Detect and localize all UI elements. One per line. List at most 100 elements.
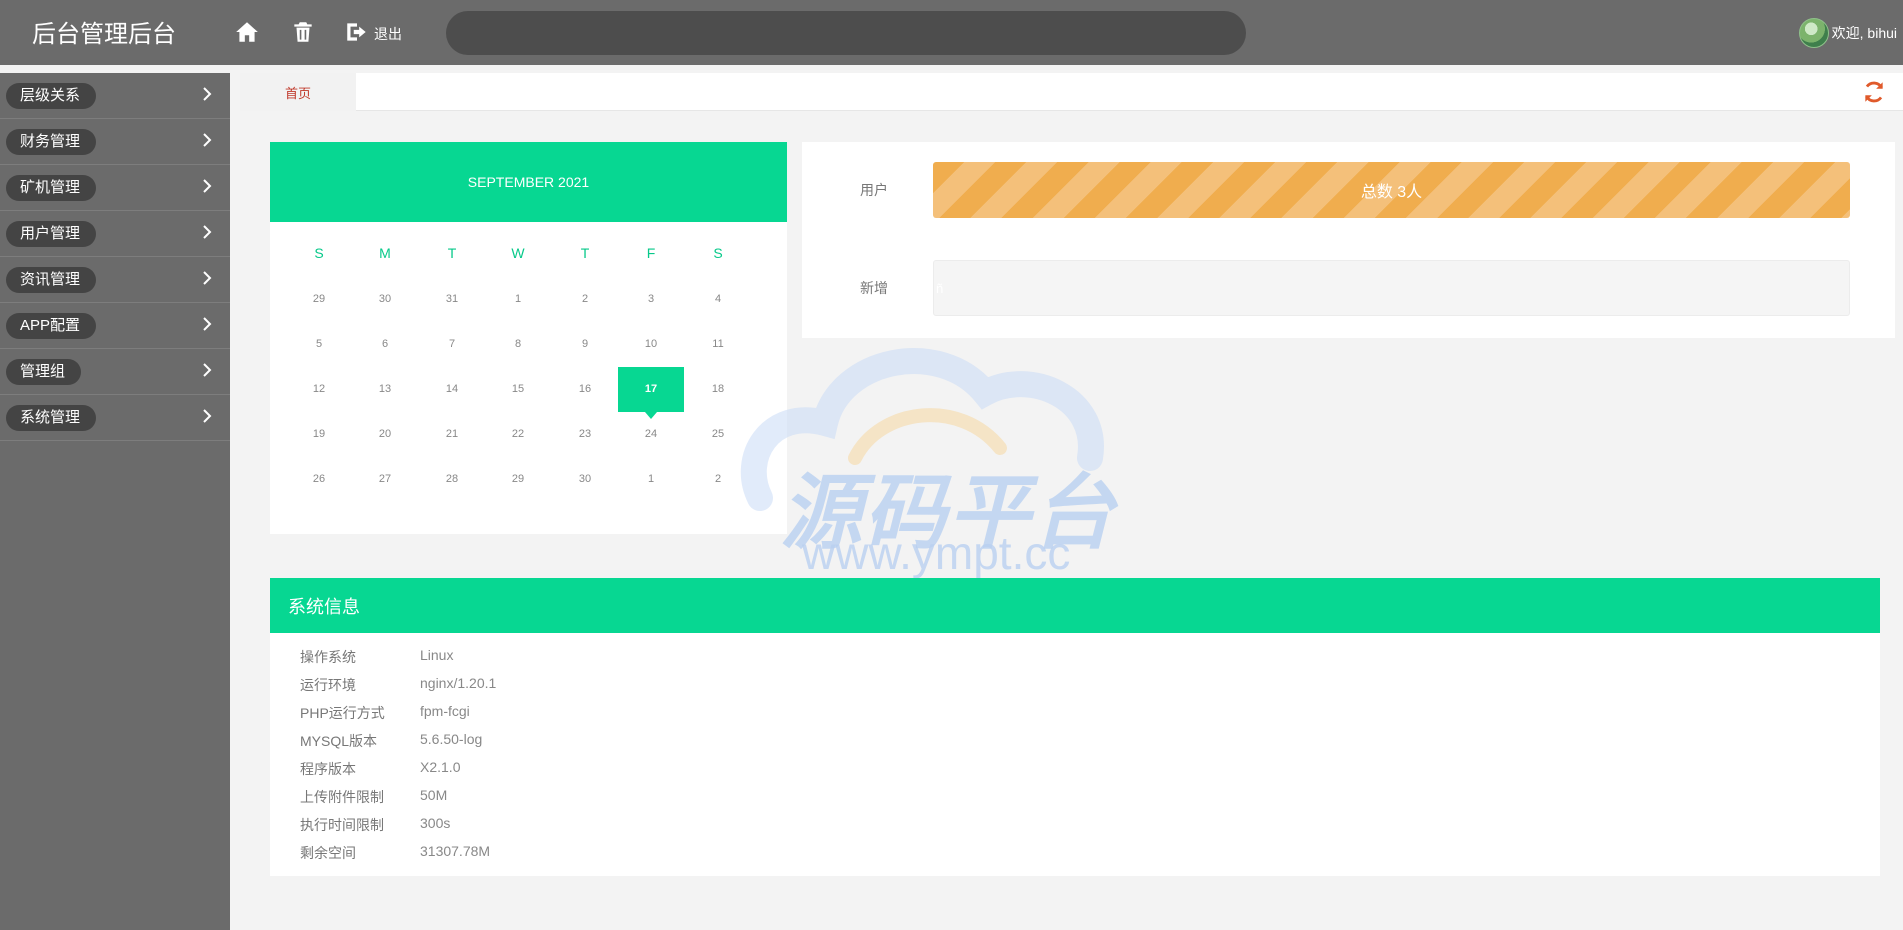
calendar-day[interactable]: 2 (685, 457, 751, 502)
system-info-row: 执行时间限制 300s (300, 815, 450, 835)
sidebar-item-system[interactable]: 系统管理 (0, 395, 230, 441)
refresh-icon (1865, 81, 1883, 103)
calendar-day[interactable]: 30 (552, 457, 618, 502)
calendar-day[interactable]: 9 (552, 322, 618, 367)
calendar-month-title: SEPTEMBER 2021 (270, 142, 787, 222)
system-info-value: 300s (420, 815, 451, 831)
calendar-day[interactable]: 25 (685, 412, 751, 457)
sidebar-item-hierarchy[interactable]: 层级关系 (0, 73, 230, 119)
sidebar-item-news[interactable]: 资讯管理 (0, 257, 230, 303)
calendar-weekday: W (511, 245, 525, 261)
cloud-watermark-icon (740, 348, 1104, 511)
sidebar-item-label: APP配置 (6, 312, 97, 339)
system-info-row: 程序版本 X2.1.0 (300, 759, 460, 779)
brand-title: 后台管理后台 (32, 21, 176, 48)
system-info-row: 上传附件限制 50M (300, 787, 447, 807)
system-info-value: fpm-fcgi (420, 703, 470, 719)
calendar-day[interactable]: 23 (552, 412, 618, 457)
calendar-day[interactable]: 26 (286, 457, 352, 502)
sidebar-item-label: 财务管理 (6, 128, 97, 155)
users-total-bar: 总数 3人 (933, 162, 1850, 218)
system-info-row: 操作系统 Linux (300, 647, 453, 667)
calendar-day[interactable]: 21 (419, 412, 485, 457)
calendar-day[interactable]: 1 (618, 457, 684, 502)
system-info-title: 系统信息 (270, 578, 1880, 633)
calendar-day[interactable]: 8 (485, 322, 551, 367)
chevron-right-icon (198, 85, 216, 103)
sidebar-item-label: 管理组 (6, 358, 82, 385)
clear-cache-button[interactable] (290, 16, 316, 48)
system-info-value: 31307.78M (420, 843, 491, 859)
calendar-day-selected[interactable]: 17 (618, 367, 684, 419)
sidebar-item-label: 用户管理 (6, 220, 97, 247)
calendar-day[interactable]: 10 (618, 322, 684, 367)
calendar-weekday: T (580, 245, 590, 261)
new-users-bar: ñ (933, 260, 1850, 316)
tab-strip: 首页 (240, 73, 1903, 111)
system-info-row: 运行环境 nginx/1.20.1 (300, 675, 496, 695)
user-menu[interactable]: 欢迎, bihui (1798, 18, 1897, 48)
users-total-text: 总数 3人 (1360, 184, 1423, 201)
system-info-value: Linux (420, 647, 454, 663)
system-info-key: 程序版本 (300, 761, 356, 777)
sidebar-item-finance[interactable]: 财务管理 (0, 119, 230, 165)
calendar-weekday: F (646, 245, 656, 261)
calendar-day[interactable]: 16 (552, 367, 618, 412)
avatar (1798, 18, 1829, 48)
calendar-day[interactable]: 2 (552, 277, 618, 322)
tab-home[interactable]: 首页 (240, 73, 356, 111)
chevron-right-icon (198, 361, 216, 379)
system-info-value: X2.1.0 (420, 759, 461, 775)
sidebar-item-app-config[interactable]: APP配置 (0, 303, 230, 349)
calendar-day[interactable]: 12 (286, 367, 352, 412)
calendar-day[interactable]: 3 (618, 277, 684, 322)
calendar-day[interactable]: 18 (685, 367, 751, 412)
calendar-day[interactable]: 13 (352, 367, 418, 412)
chevron-right-icon (198, 315, 216, 333)
system-info-key: 操作系统 (300, 649, 356, 665)
system-info-value: nginx/1.20.1 (420, 675, 497, 691)
new-users-text: ñ (936, 280, 944, 296)
calendar-day[interactable]: 6 (352, 322, 418, 367)
system-info-row: PHP运行方式 fpm-fcgi (300, 703, 470, 723)
calendar-day[interactable]: 29 (485, 457, 551, 502)
chevron-right-icon (198, 269, 216, 287)
home-button[interactable] (234, 16, 260, 48)
calendar-day[interactable]: 1 (485, 277, 551, 322)
logout-label: 退出 (374, 26, 402, 42)
new-users-label: 新增 (860, 280, 888, 296)
watermark: 源码平台 www.ympt.cc (730, 338, 1170, 579)
calendar-day[interactable]: 19 (286, 412, 352, 457)
chevron-right-icon (198, 131, 216, 149)
calendar-day[interactable]: 5 (286, 322, 352, 367)
refresh-button[interactable] (1861, 79, 1887, 105)
calendar-day[interactable]: 4 (685, 277, 751, 322)
chevron-right-icon (198, 177, 216, 195)
sidebar-item-label: 矿机管理 (6, 174, 97, 201)
calendar-day[interactable]: 14 (419, 367, 485, 412)
calendar-day[interactable]: 11 (685, 322, 751, 367)
watermark-url: www.ympt.cc (802, 527, 1071, 579)
system-info-key: 运行环境 (300, 677, 356, 693)
sidebar-item-miners[interactable]: 矿机管理 (0, 165, 230, 211)
chevron-right-icon (198, 223, 216, 241)
sidebar-item-admin-group[interactable]: 管理组 (0, 349, 230, 395)
calendar-day[interactable]: 7 (419, 322, 485, 367)
calendar-weekday: S (314, 245, 324, 261)
search-input[interactable] (446, 11, 1246, 55)
calendar-day[interactable]: 27 (352, 457, 418, 502)
top-header: 后台管理后台 退出 欢迎, bihui (0, 0, 1903, 65)
calendar-day[interactable]: 28 (419, 457, 485, 502)
sidebar-item-users[interactable]: 用户管理 (0, 211, 230, 257)
calendar-day[interactable]: 24 (618, 412, 684, 457)
logout-button[interactable]: 退出 (344, 16, 402, 48)
calendar-day[interactable]: 15 (485, 367, 551, 412)
calendar-day[interactable]: 20 (352, 412, 418, 457)
calendar-day[interactable]: 31 (419, 277, 485, 322)
calendar-day[interactable]: 22 (485, 412, 551, 457)
calendar-day[interactable]: 30 (352, 277, 418, 322)
users-label: 用户 (860, 182, 888, 198)
sidebar-item-label: 资讯管理 (6, 266, 97, 293)
watermark-text: 源码平台 (780, 466, 1116, 561)
calendar-day[interactable]: 29 (286, 277, 352, 322)
